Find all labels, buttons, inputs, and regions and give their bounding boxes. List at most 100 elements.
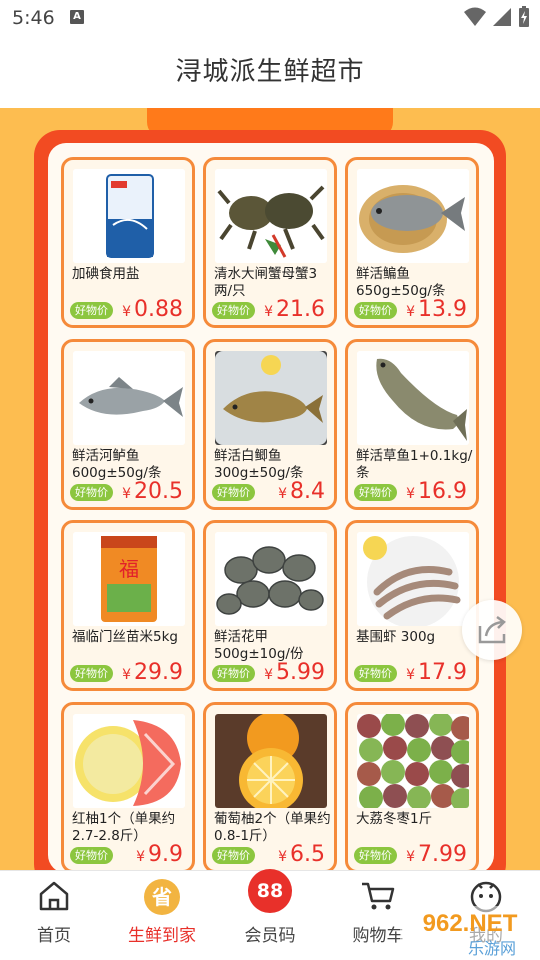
currency-symbol: ¥ <box>406 849 416 865</box>
fresh-delivery-icon: 省 <box>144 879 180 915</box>
product-name: 鲜活河鲈鱼600g±50g/条 <box>72 448 162 481</box>
product-card[interactable]: 鲜活草鱼1+0.1kg/条 好物价 ¥16.9 <box>345 339 479 510</box>
nav-item-fresh[interactable]: 省 生鲜到家 <box>108 871 216 960</box>
good-price-badge: 好物价 <box>212 484 255 501</box>
product-name: 葡萄柚2个（单果约0.8-1斤） <box>214 811 331 844</box>
watermark-logo: 962.NET 乐游网 <box>400 906 540 958</box>
currency-symbol: ¥ <box>122 667 132 683</box>
nav-label-fresh: 生鲜到家 <box>128 926 196 946</box>
good-price-badge: 好物价 <box>70 847 113 864</box>
watermark-line1: 962.NET <box>423 910 518 937</box>
product-card[interactable]: 鲜活花甲500g±10g/份 好物价 ¥5.99 <box>203 520 337 691</box>
perch-fish-image <box>73 351 185 445</box>
grapefruit-image <box>215 714 327 808</box>
currency-symbol: ¥ <box>136 849 145 865</box>
status-bar: 5:46 A <box>0 0 540 36</box>
product-card[interactable]: 红柚1个（单果约2.7-2.8斤） 好物价 ¥9.9 <box>61 702 195 873</box>
good-price-badge: 好物价 <box>70 302 113 319</box>
price-value: 13.9 <box>418 297 467 322</box>
good-price-badge: 好物价 <box>212 302 255 319</box>
currency-symbol: ¥ <box>406 667 416 683</box>
wifi-icon <box>464 7 486 26</box>
product-price: ¥13.9 <box>406 297 467 322</box>
product-card[interactable]: 鲜活白鲫鱼300g±50g/条 好物价 ¥8.4 <box>203 339 337 510</box>
share-button[interactable] <box>462 600 522 660</box>
price-value: 7.99 <box>418 842 467 867</box>
currency-symbol: ¥ <box>406 486 416 502</box>
status-time: 5:46 <box>12 7 55 29</box>
good-price-badge: 好物价 <box>70 665 113 682</box>
price-value: 6.5 <box>290 842 325 867</box>
red-pomelo-image <box>73 714 185 808</box>
price-value: 8.4 <box>290 479 325 504</box>
product-price: ¥8.4 <box>278 479 325 504</box>
price-value: 21.6 <box>276 297 325 322</box>
nav-label-home: 首页 <box>37 926 71 946</box>
watermark-line2: 乐游网 <box>468 939 516 958</box>
currency-symbol: ¥ <box>278 849 287 865</box>
product-card[interactable]: 葡萄柚2个（单果约0.8-1斤） 好物价 ¥6.5 <box>203 702 337 873</box>
product-price: ¥9.9 <box>136 842 183 867</box>
nav-label-member-code: 会员码 <box>244 926 296 946</box>
product-name: 福临门丝苗米5kg <box>72 629 178 645</box>
title-bar: 浔城派生鲜超市 <box>0 36 540 108</box>
product-name: 大荔冬枣1斤 <box>356 811 433 827</box>
currency-symbol: ¥ <box>122 486 132 502</box>
page-title: 浔城派生鲜超市 <box>175 57 365 87</box>
product-price: ¥17.9 <box>406 660 467 685</box>
price-value: 5.99 <box>276 660 325 685</box>
salt-bag-image <box>73 169 185 263</box>
product-name: 红柚1个（单果约2.7-2.8斤） <box>72 811 176 844</box>
cart-icon <box>362 882 395 910</box>
currency-symbol: ¥ <box>278 486 287 502</box>
product-card[interactable]: 鲜活河鲈鱼600g±50g/条 好物价 ¥20.5 <box>61 339 195 510</box>
member-code-icon: 88 <box>248 869 292 913</box>
product-price: ¥5.99 <box>264 660 325 685</box>
product-price: ¥7.99 <box>406 842 467 867</box>
price-value: 0.88 <box>134 297 183 322</box>
currency-symbol: ¥ <box>406 304 416 320</box>
clams-image <box>215 532 327 626</box>
nav-item-member-code[interactable]: 88 会员码 <box>216 869 324 960</box>
product-card[interactable]: 清水大闸蟹母蟹3两/只 好物价 ¥21.6 <box>203 157 337 328</box>
shrimp-image <box>357 532 469 626</box>
product-name: 鲜活花甲500g±10g/份 <box>214 629 304 662</box>
product-price: ¥16.9 <box>406 479 467 504</box>
product-name: 基围虾 300g <box>356 629 436 645</box>
signal-icon <box>493 8 511 26</box>
good-price-badge: 好物价 <box>354 847 397 864</box>
battery-icon <box>519 6 529 27</box>
product-card[interactable]: 基围虾 300g 好物价 ¥17.9 <box>345 520 479 691</box>
price-value: 29.9 <box>134 660 183 685</box>
product-name: 鲜活鳊鱼650g±50g/条 <box>356 266 446 299</box>
price-value: 16.9 <box>418 479 467 504</box>
product-card[interactable]: 福 福临门丝苗米5kg 好物价 ¥29.9 <box>61 520 195 691</box>
good-price-badge: 好物价 <box>212 665 255 682</box>
product-card[interactable]: 加碘食用盐 好物价 ¥0.88 <box>61 157 195 328</box>
currency-symbol: ¥ <box>264 667 274 683</box>
product-name: 鲜活草鱼1+0.1kg/条 <box>356 448 473 481</box>
product-price: ¥6.5 <box>278 842 325 867</box>
good-price-badge: 好物价 <box>354 484 397 501</box>
product-price: ¥20.5 <box>122 479 183 504</box>
currency-symbol: ¥ <box>264 304 274 320</box>
nav-item-home[interactable]: 首页 <box>0 871 108 960</box>
crucian-carp-image <box>215 351 327 445</box>
good-price-badge: 好物价 <box>354 302 397 319</box>
hairy-crab-image <box>215 169 327 263</box>
grass-carp-image <box>357 351 469 445</box>
svg-text:福: 福 <box>119 557 139 581</box>
price-value: 17.9 <box>418 660 467 685</box>
good-price-badge: 好物价 <box>354 665 397 682</box>
product-card[interactable]: 大荔冬枣1斤 好物价 ¥7.99 <box>345 702 479 873</box>
rice-bag-image: 福 <box>73 532 185 626</box>
share-icon <box>478 615 506 644</box>
winter-jujube-image <box>357 714 469 808</box>
product-card[interactable]: 鲜活鳊鱼650g±50g/条 好物价 ¥13.9 <box>345 157 479 328</box>
product-name: 鲜活白鲫鱼300g±50g/条 <box>214 448 304 481</box>
product-price: ¥0.88 <box>122 297 183 322</box>
product-price: ¥21.6 <box>264 297 325 322</box>
price-value: 20.5 <box>134 479 183 504</box>
notification-a-icon: A <box>70 10 84 24</box>
home-icon <box>39 881 69 911</box>
